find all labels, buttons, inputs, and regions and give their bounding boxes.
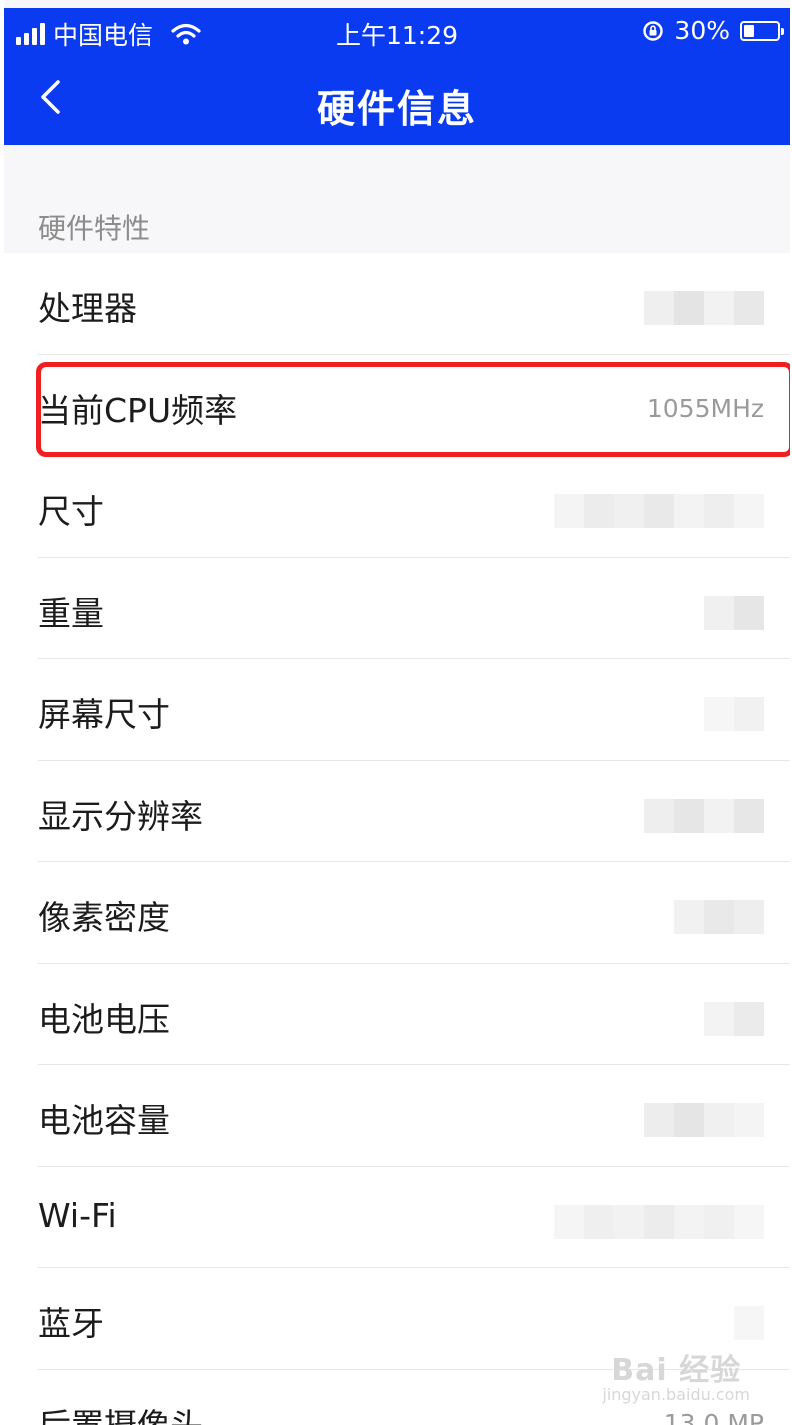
watermark-brand: Bai 经验 — [611, 1353, 742, 1388]
row-label: 像素密度 — [38, 898, 170, 937]
redacted-value — [734, 1306, 764, 1340]
list-item[interactable]: 像素密度 — [4, 862, 790, 964]
row-label: 重量 — [38, 593, 104, 633]
redacted-value — [644, 291, 764, 325]
redacted-value — [674, 900, 764, 934]
redacted-value — [644, 1103, 764, 1137]
redacted-value — [704, 697, 764, 731]
status-right: 30% — [642, 16, 784, 45]
battery-level-fill — [744, 24, 754, 37]
list-item[interactable]: 重量 — [4, 558, 790, 659]
row-value: 13.0 MP — [663, 1408, 764, 1425]
row-label: 蓝牙 — [38, 1304, 104, 1343]
list-item[interactable]: 处理器 — [4, 253, 790, 355]
rotation-lock-icon — [643, 20, 664, 41]
row-label: 显示分辨率 — [38, 796, 203, 836]
row-label: 后置摄像头 — [38, 1405, 203, 1425]
battery-percent: 30% — [674, 16, 730, 45]
nav-bar: 硬件信息 — [4, 58, 790, 145]
row-label: 电池电压 — [38, 999, 170, 1039]
watermark-url: jingyan.baidu.com — [602, 1385, 750, 1404]
list-item[interactable]: 电池电压 — [4, 964, 790, 1065]
row-label: 屏幕尺寸 — [38, 695, 170, 734]
row-label: Wi-Fi — [38, 1195, 117, 1235]
list-item[interactable]: 电池容量 — [4, 1065, 790, 1167]
highlight-annotation — [36, 362, 790, 457]
section-title: 硬件特性 — [38, 212, 151, 245]
list-item[interactable]: 显示分辨率 — [4, 761, 790, 862]
page-title: 硬件信息 — [316, 87, 477, 131]
battery-icon — [740, 20, 784, 41]
row-label: 电池容量 — [38, 1101, 170, 1140]
app-header: 中国电信 上午11:29 30% 硬件信息 — [4, 8, 790, 145]
row-label: 尺寸 — [38, 492, 104, 531]
list-item[interactable]: 屏幕尺寸 — [4, 659, 790, 761]
redacted-value — [704, 1001, 764, 1036]
redacted-value — [644, 798, 764, 833]
redacted-value — [554, 1204, 764, 1239]
list-item[interactable]: 尺寸 — [4, 456, 790, 558]
baidu-jingyan-watermark: Bai 经验 jingyan.baidu.com — [602, 1345, 750, 1404]
status-bar: 中国电信 上午11:29 30% — [4, 8, 790, 58]
list-item[interactable]: Wi-Fi — [4, 1167, 790, 1268]
row-label: 处理器 — [38, 289, 137, 328]
redacted-value — [704, 595, 764, 630]
app-screen: 中国电信 上午11:29 30% 硬件信息 硬件特性 处理器 当前CPU频率 1… — [4, 0, 790, 1425]
redacted-value — [554, 494, 764, 528]
